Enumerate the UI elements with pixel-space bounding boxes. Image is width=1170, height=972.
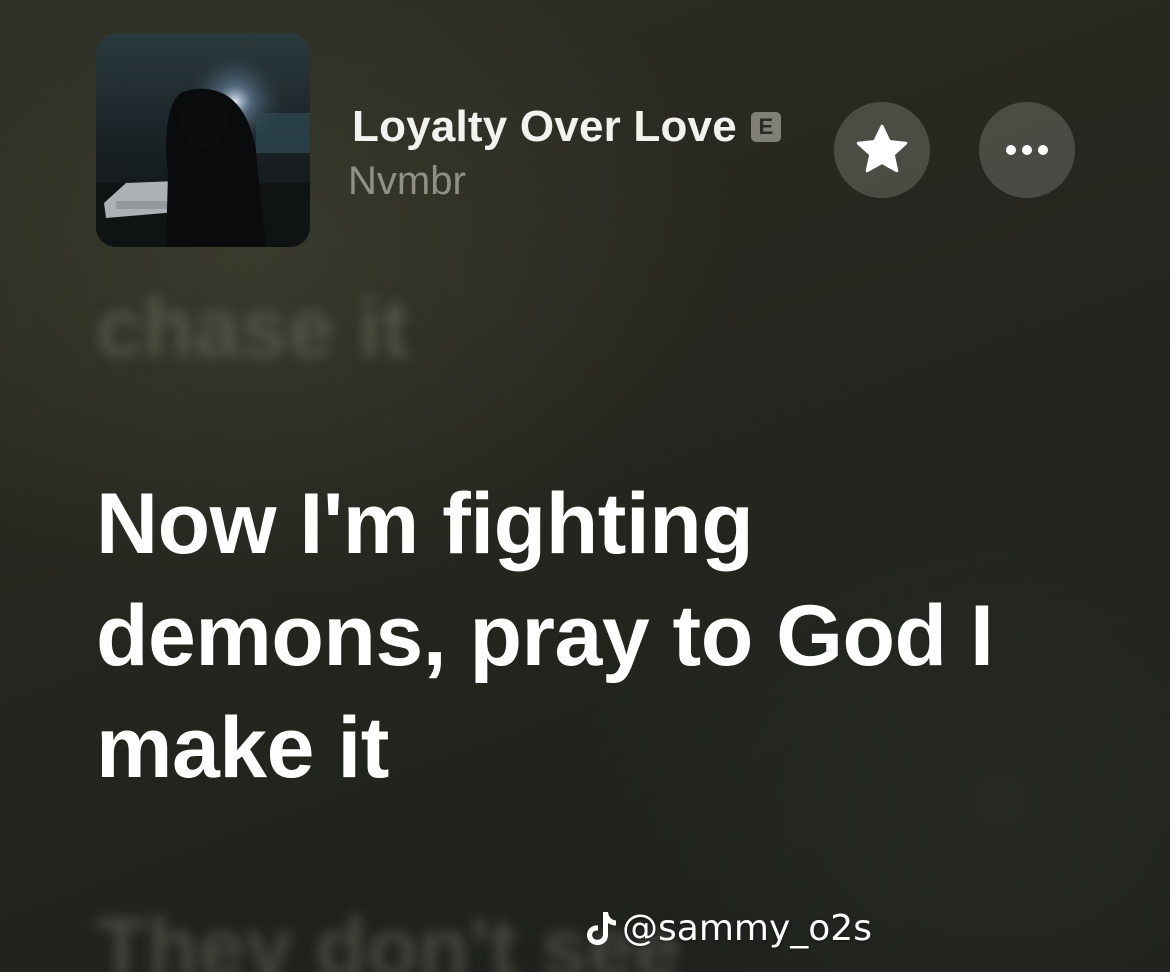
track-title: Loyalty Over Love bbox=[352, 102, 737, 151]
favorite-button[interactable] bbox=[834, 102, 930, 198]
album-artwork[interactable] bbox=[96, 33, 310, 247]
watermark-handle: @sammy_o2s bbox=[622, 907, 872, 949]
explicit-badge: E bbox=[750, 112, 781, 142]
lyrics-screen: Loyalty Over Love E Nvmbr chase it Now I… bbox=[0, 0, 1170, 972]
lyric-line-previous[interactable]: chase it bbox=[96, 280, 409, 377]
ellipsis-icon bbox=[1006, 145, 1048, 155]
tiktok-watermark: @sammy_o2s bbox=[584, 902, 872, 954]
tiktok-icon bbox=[587, 912, 616, 945]
star-icon bbox=[856, 124, 908, 173]
track-title-row: Loyalty Over Love E bbox=[352, 99, 832, 155]
more-options-button[interactable] bbox=[979, 102, 1075, 198]
track-info[interactable]: Loyalty Over Love E Nvmbr bbox=[348, 99, 832, 204]
now-playing-header: Loyalty Over Love E Nvmbr bbox=[96, 33, 1086, 250]
artist-name[interactable]: Nvmbr bbox=[348, 159, 832, 204]
lyric-line-current[interactable]: Now I'm fighting demons, pray to God I m… bbox=[96, 468, 1106, 804]
